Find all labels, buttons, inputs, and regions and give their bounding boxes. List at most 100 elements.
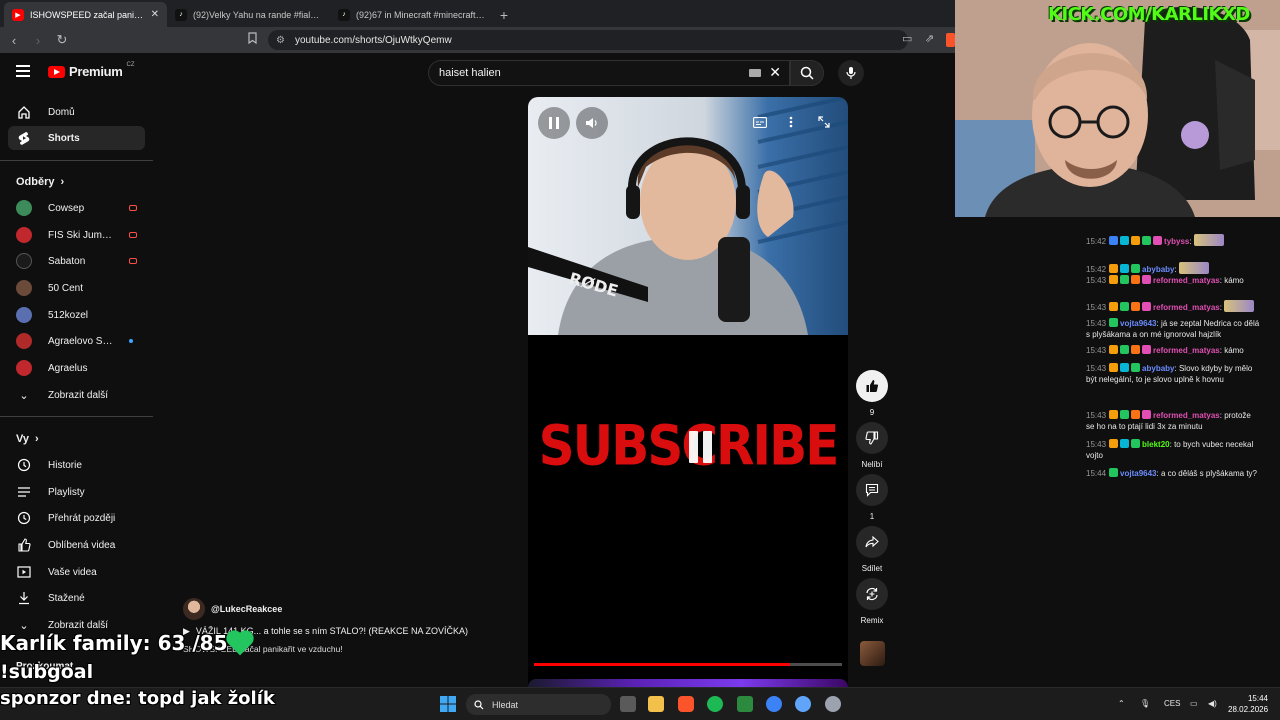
sidebar-item-cowsep[interactable]: Cowsep (8, 196, 145, 220)
start-menu-icon[interactable] (440, 696, 456, 712)
sidebar-item-512kozel[interactable]: 512kozel (8, 303, 145, 327)
chat-badge-icon (1120, 264, 1130, 273)
chat-username[interactable]: reformed_matyas (1153, 346, 1220, 355)
browser-tab-strip: ▶ ISHOWSPEED začal panikařit ✕ ♪ (92)Vel… (0, 0, 955, 27)
next-short-preview[interactable] (528, 679, 848, 687)
sidebar-item-agraelovo-stream[interactable]: Agraelovo Strea... (8, 329, 145, 353)
chat-username[interactable]: reformed_matyas (1153, 303, 1220, 312)
tab-velky-yahu[interactable]: ♪ (92)Velky Yahu na rande #fialafeetpic (167, 2, 330, 27)
microphone-icon[interactable]: 🎙 (1140, 699, 1150, 708)
taskbar-search[interactable]: Hledat (466, 694, 611, 715)
network-icon[interactable]: ▭ (1190, 699, 1198, 708)
screen-cast-icon[interactable]: ▭ (902, 32, 912, 45)
sidebar-item-watch-later[interactable]: Přehrát později (8, 506, 145, 530)
language-indicator[interactable]: CES (1164, 699, 1180, 708)
search-button[interactable] (790, 60, 824, 86)
sidebar-item-agraelus[interactable]: Agraelus (8, 356, 145, 380)
chat-text: kámo (1224, 276, 1244, 285)
live-indicator-icon (129, 232, 137, 238)
clock-date: 28.02.2026 (1228, 705, 1269, 714)
settings-icon[interactable] (825, 696, 841, 712)
chat-username[interactable]: tybyss (1164, 237, 1189, 246)
file-explorer-icon[interactable] (648, 696, 664, 712)
tab-minecraft[interactable]: ♪ (92)67 in Minecraft #minecraft #mine (330, 2, 493, 27)
chat-username[interactable]: abybaby (1142, 364, 1174, 373)
audio-source-thumbnail[interactable] (860, 641, 885, 666)
sidebar-item-fis-ski-jumping[interactable]: FIS Ski Jumping (8, 223, 145, 247)
search-input[interactable]: haiset halien ✕ (428, 60, 790, 86)
sidebar-item-downloads[interactable]: Stažené (8, 586, 145, 610)
chat-timestamp: 15:43 (1086, 346, 1107, 355)
chat-badge-icon (1131, 410, 1141, 419)
new-tab-button[interactable]: + (493, 2, 515, 27)
tray-overflow-icon[interactable]: ⌃ (1118, 699, 1125, 708)
comment-icon (865, 483, 879, 497)
bookmark-icon[interactable] (248, 32, 257, 47)
comments-button[interactable]: 1 (856, 474, 888, 521)
forward-icon[interactable]: › (28, 30, 48, 50)
channel-handle[interactable]: @LukecReakcee (211, 604, 282, 614)
chat-username[interactable]: reformed_matyas (1153, 276, 1220, 285)
excel-like-app-icon[interactable] (737, 696, 753, 712)
app-icon[interactable] (766, 696, 782, 712)
site-info-icon[interactable]: ⚙ (276, 35, 285, 46)
close-tab-icon[interactable]: ✕ (151, 9, 159, 20)
brave-browser-icon[interactable] (678, 696, 694, 712)
volume-icon[interactable]: ◀) (1208, 699, 1217, 708)
chat-badge-icon (1131, 345, 1141, 354)
pause-button[interactable] (538, 107, 570, 139)
chat-username[interactable]: vojta9643 (1120, 319, 1156, 328)
youtube-premium-logo[interactable]: Premium CZ (48, 62, 135, 79)
sidebar-item-playlists[interactable]: Playlisty (8, 480, 145, 504)
video-progress-bar[interactable] (534, 663, 842, 666)
task-view-icon[interactable] (620, 696, 636, 712)
share-icon[interactable]: ⇗ (925, 32, 934, 45)
you-header[interactable]: Vy › (16, 433, 39, 445)
sidebar-item-liked-videos[interactable]: Oblíbená videa (8, 533, 145, 557)
sidebar-item-sabaton[interactable]: Sabaton (8, 249, 145, 273)
channel-avatar[interactable] (183, 598, 205, 620)
shorts-player[interactable]: RØDE SUBSCRIBE (528, 97, 848, 687)
reload-icon[interactable]: ↻ (52, 30, 72, 50)
chat-badge-icon (1120, 439, 1130, 448)
share-label: Sdílet (861, 564, 883, 573)
chat-badge-icon (1142, 236, 1152, 245)
sidebar-item-label: Přehrát později (48, 512, 116, 524)
thumbs-up-icon (866, 380, 879, 392)
share-button[interactable]: Sdílet (856, 526, 888, 573)
chat-username[interactable]: vojta9643 (1120, 469, 1156, 478)
dislike-button[interactable]: Nelíbí (856, 422, 888, 469)
clear-search-icon[interactable]: ✕ (769, 64, 781, 81)
spotify-icon[interactable] (707, 696, 723, 712)
tab-ishowspeed[interactable]: ▶ ISHOWSPEED začal panikařit ✕ (4, 2, 167, 27)
chat-username[interactable]: abybaby (1142, 265, 1174, 274)
sidebar-item-label: Agraelovo Strea... (48, 335, 113, 347)
sidebar-item-50-cent[interactable]: 50 Cent (8, 276, 145, 300)
chat-badge-icon (1131, 275, 1141, 284)
keyboard-icon[interactable] (749, 69, 761, 77)
like-button[interactable]: 9 (856, 370, 888, 417)
sidebar-item-your-videos[interactable]: Vaše videa (8, 560, 145, 584)
more-options-icon[interactable] (789, 115, 793, 133)
chat-timestamp: 15:43 (1086, 303, 1107, 312)
clock[interactable]: 15:44 28.02.2026 (1228, 693, 1268, 715)
remix-button[interactable]: Remix (856, 578, 888, 625)
chat-username[interactable]: blekt20 (1142, 440, 1170, 449)
chat-username[interactable]: reformed_matyas (1153, 411, 1220, 420)
fullscreen-icon[interactable] (818, 115, 830, 133)
app-icon[interactable] (795, 696, 811, 712)
voice-search-button[interactable] (838, 60, 864, 86)
hamburger-menu-icon[interactable] (16, 65, 30, 77)
volume-button[interactable] (576, 107, 608, 139)
sidebar-show-more[interactable]: ⌄ Zobrazit další (8, 383, 145, 407)
url-field[interactable]: ⚙ youtube.com/shorts/OjuWtkyQemw (268, 30, 908, 50)
sidebar-item-home[interactable]: Domů (8, 100, 145, 124)
captions-icon[interactable] (753, 115, 767, 133)
chat-message: 15:43 blekt20: to bych vubec necekal vojt… (1086, 439, 1261, 461)
sidebar-item-label: Sabaton (48, 255, 86, 267)
sidebar-item-history[interactable]: Historie (8, 453, 145, 477)
back-icon[interactable]: ‹ (4, 30, 24, 50)
sidebar-item-shorts[interactable]: Shorts (8, 126, 145, 150)
brave-shield-icon[interactable] (946, 33, 955, 47)
subscriptions-header[interactable]: Odběry › (16, 176, 64, 188)
